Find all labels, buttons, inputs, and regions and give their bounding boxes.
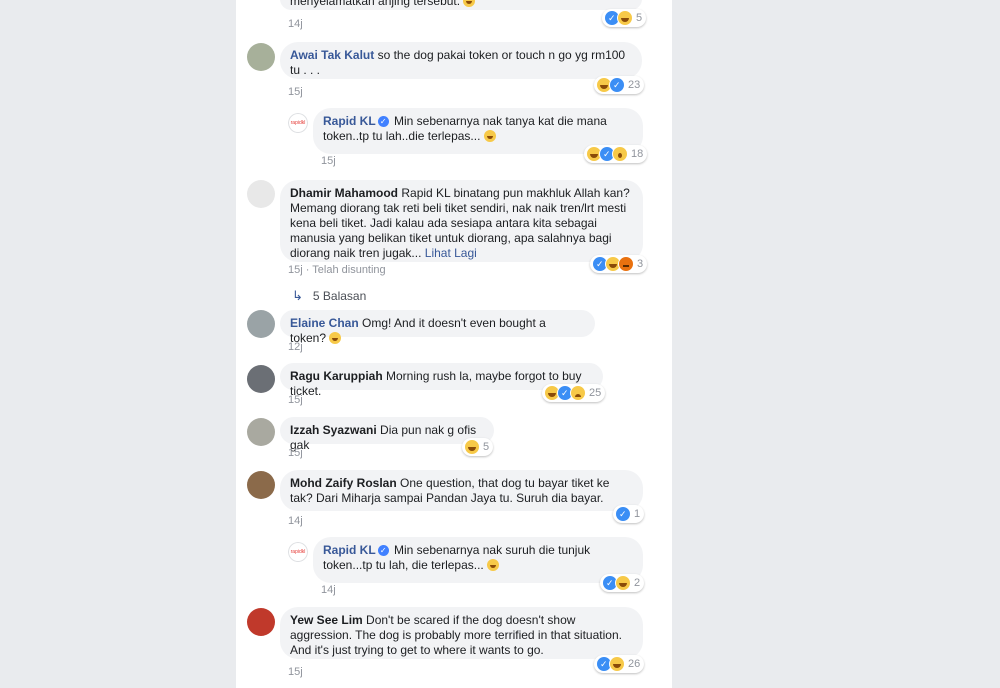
avatar[interactable]: rapidkl bbox=[288, 542, 308, 562]
haha-icon bbox=[609, 656, 625, 672]
comments-panel: menyelamatkan anjing tersebut. 14j 5 Awa… bbox=[236, 0, 672, 688]
replies-count: 5 Balasan bbox=[312, 289, 367, 303]
see-more-link[interactable]: Lihat Lagi bbox=[425, 246, 477, 260]
comment-time[interactable]: 14j bbox=[288, 18, 303, 30]
comment-author[interactable]: Dhamir Mahamood bbox=[290, 186, 398, 200]
verified-icon: ✓ bbox=[377, 116, 389, 128]
reactions-summary[interactable]: 23 bbox=[594, 76, 645, 94]
reactions-summary[interactable]: 2 bbox=[600, 574, 645, 592]
avatar[interactable] bbox=[247, 365, 275, 393]
verified-icon: ✓ bbox=[377, 545, 389, 557]
reaction-count: 1 bbox=[634, 508, 641, 520]
comment-bubble: menyelamatkan anjing tersebut. bbox=[280, 0, 642, 10]
reactions-summary[interactable]: 18 bbox=[584, 145, 648, 163]
comment-bubble: Rapid KL ✓ Min sebenarnya nak suruh die t… bbox=[313, 537, 643, 583]
reactions-summary[interactable]: 3 bbox=[590, 255, 648, 273]
comment-bubble: Dhamir Mahamood Rapid KL binatang pun ma… bbox=[280, 180, 643, 262]
reply-arrow-icon: ↳ bbox=[292, 288, 303, 303]
rapidkl-logo: rapidkl bbox=[288, 113, 308, 133]
sad-icon bbox=[570, 385, 586, 401]
comment-author[interactable]: Izzah Syazwani bbox=[290, 423, 377, 437]
reaction-count: 2 bbox=[634, 577, 641, 589]
comment-author[interactable]: Mohd Zaify Roslan bbox=[290, 476, 397, 490]
avatar[interactable]: rapidkl bbox=[288, 113, 308, 133]
comment-author[interactable]: Yew See Lim bbox=[290, 613, 363, 627]
comment-author[interactable]: Rapid KL bbox=[323, 543, 376, 557]
comment-time[interactable]: 14j bbox=[288, 515, 303, 527]
comment-bubble: Mohd Zaify Roslan One question, that dog… bbox=[280, 470, 643, 511]
separator: · bbox=[305, 264, 310, 276]
haha-icon bbox=[617, 10, 633, 26]
comment-bubble: Elaine Chan Omg! And it doesn't even bou… bbox=[280, 310, 595, 345]
like-icon bbox=[609, 77, 625, 93]
comment-meta: 15j · Telah disunting bbox=[288, 264, 386, 276]
avatar[interactable] bbox=[247, 180, 275, 208]
view-replies-link[interactable]: ↳ 5 Balasan bbox=[292, 288, 366, 304]
comment-time[interactable]: 15j bbox=[288, 264, 303, 276]
reaction-count: 3 bbox=[637, 258, 644, 270]
reactions-summary[interactable]: 5 bbox=[462, 438, 494, 456]
reactions-summary[interactable]: 25 bbox=[542, 384, 606, 402]
comment-time[interactable]: 15j bbox=[288, 394, 303, 406]
reactions-summary[interactable]: 1 bbox=[613, 505, 645, 523]
avatar[interactable] bbox=[247, 471, 275, 499]
reactions-summary[interactable]: 5 bbox=[602, 9, 647, 27]
comment-time[interactable]: 12j bbox=[288, 341, 303, 353]
avatar[interactable] bbox=[247, 418, 275, 446]
haha-icon bbox=[464, 439, 480, 455]
reactions-summary[interactable]: 26 bbox=[594, 655, 645, 673]
angry-icon bbox=[618, 256, 634, 272]
reaction-count: 5 bbox=[636, 12, 643, 24]
comment-author[interactable]: Ragu Karuppiah bbox=[290, 369, 383, 383]
avatar[interactable] bbox=[247, 310, 275, 338]
reaction-count: 26 bbox=[628, 658, 641, 670]
avatar[interactable] bbox=[247, 43, 275, 71]
emoji-icon bbox=[463, 0, 476, 7]
comment-author[interactable]: Awai Tak Kalut bbox=[290, 48, 374, 62]
comment-time[interactable]: 15j bbox=[288, 86, 303, 98]
comment-author[interactable]: Elaine Chan bbox=[290, 316, 359, 330]
emoji-icon bbox=[487, 559, 500, 571]
emoji-icon bbox=[329, 332, 342, 344]
reaction-count: 5 bbox=[483, 441, 490, 453]
comment-text: menyelamatkan anjing tersebut. bbox=[290, 0, 461, 8]
wow-icon bbox=[612, 146, 628, 162]
reaction-count: 25 bbox=[589, 387, 602, 399]
comment-time[interactable]: 15j bbox=[288, 447, 303, 459]
comment-bubble: Izzah Syazwani Dia pun nak g ofis gak bbox=[280, 417, 494, 452]
comment-bubble: Yew See Lim Don't be scared if the dog d… bbox=[280, 607, 643, 659]
rapidkl-logo: rapidkl bbox=[288, 542, 308, 562]
haha-icon bbox=[615, 575, 631, 591]
edited-label[interactable]: Telah disunting bbox=[312, 264, 385, 276]
comment-author[interactable]: Rapid KL bbox=[323, 114, 376, 128]
comment-time[interactable]: 15j bbox=[321, 155, 336, 167]
comment-time[interactable]: 15j bbox=[288, 666, 303, 678]
emoji-icon bbox=[483, 130, 496, 142]
avatar[interactable] bbox=[247, 608, 275, 636]
reaction-count: 23 bbox=[628, 79, 641, 91]
comment-bubble: Awai Tak Kalut so the dog pakai token or… bbox=[280, 42, 642, 79]
reaction-count: 18 bbox=[631, 148, 644, 160]
like-icon bbox=[615, 506, 631, 522]
comment-time[interactable]: 14j bbox=[321, 584, 336, 596]
